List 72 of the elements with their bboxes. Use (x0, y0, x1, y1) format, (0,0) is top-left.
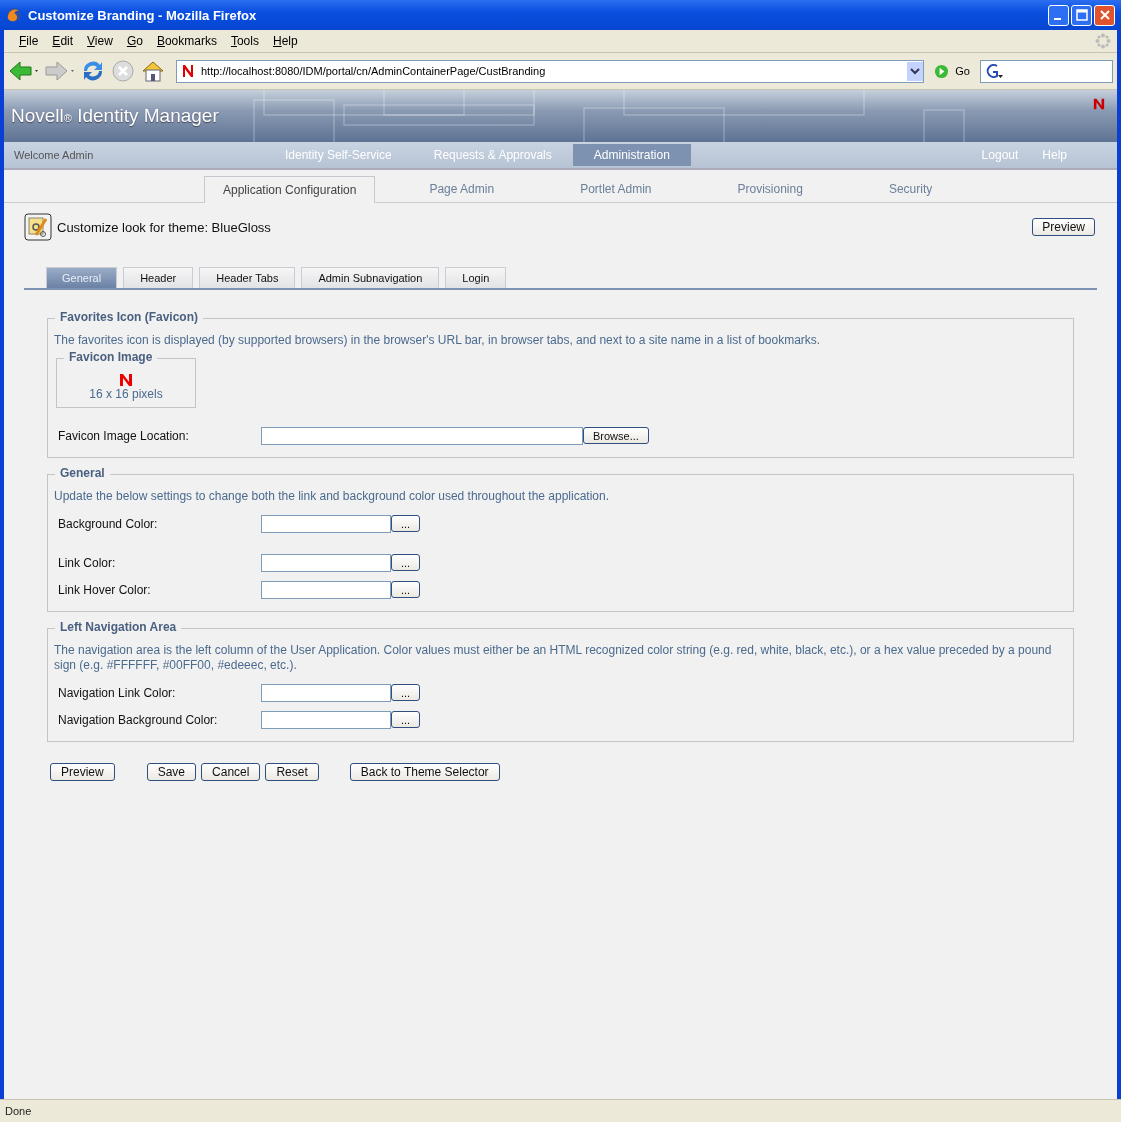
maximize-button[interactable] (1071, 4, 1092, 26)
group-title: Left Navigation Area (55, 620, 182, 634)
close-button[interactable] (1094, 4, 1115, 26)
color-field[interactable] (261, 514, 391, 533)
tab[interactable]: Login (445, 267, 507, 288)
color-field[interactable] (261, 683, 391, 702)
play-icon (934, 63, 950, 79)
group-title: Favorites Icon (Favicon) (55, 310, 204, 324)
panel-title: Favicon Image (64, 350, 158, 364)
sub-nav-tab[interactable]: Portlet Admin (562, 176, 670, 202)
description-text: The navigation area is the left column of the User Application. Color values must either be an HTML recognized color string (e.g. red, white, black, etc.), or a hex value preceded by a pound sign (e.g. #FFFFFF, #00FF00, #edeeec, etc.). (54, 643, 1053, 673)
field-label: Navigation Link Color: (58, 685, 177, 700)
image-size-text: 16 x 16 pixels (89, 387, 163, 401)
action-button[interactable]: Save (146, 763, 197, 781)
minimize-button[interactable] (1048, 4, 1069, 26)
go-button[interactable]: Go (928, 63, 976, 79)
field-label: Background Color: (58, 516, 159, 531)
browse-button[interactable]: Browse... (583, 427, 649, 444)
color-picker-button[interactable]: ... (391, 515, 420, 532)
file-path-field[interactable] (261, 426, 583, 445)
menu-item[interactable]: Tools (223, 34, 266, 48)
menu-item[interactable]: File (12, 34, 46, 48)
favicon-n-icon (119, 373, 133, 387)
search-engine-icon (984, 63, 1004, 79)
page-title: Customize look for theme: BlueGloss (57, 219, 272, 235)
menu-item[interactable]: Bookmarks (149, 34, 224, 48)
description-text: The favorites icon is displayed (by supported browsers) in the browser's URL bar, in browser tabs, and next to a site name in a list of bookmarks. (54, 333, 822, 348)
throbber-icon (1095, 33, 1111, 49)
color-field[interactable] (261, 553, 391, 572)
window-title: Customize Branding - Mozilla Firefox (28, 7, 258, 23)
action-button[interactable]: Cancel (201, 763, 261, 781)
color-picker-button[interactable]: ... (391, 554, 420, 571)
action-button[interactable]: Back to Theme Selector (349, 763, 500, 781)
field-label: Link Hover Color: (58, 582, 152, 597)
sub-nav-tab[interactable]: Application Configuration (204, 176, 376, 203)
preview-button[interactable]: Preview (1032, 218, 1095, 236)
close-icon (1098, 9, 1111, 21)
tab[interactable]: Admin Subnavigation (301, 267, 440, 288)
maximize-icon (1075, 9, 1088, 21)
color-field[interactable] (261, 580, 391, 599)
product-logo: Novell® Identity Manager (10, 105, 219, 127)
tab[interactable]: Header Tabs (199, 267, 296, 288)
status-text: Done (5, 1105, 32, 1117)
search-field[interactable] (980, 59, 1113, 83)
sub-nav-tab[interactable]: Page Admin (411, 176, 513, 202)
group-title: General (55, 466, 110, 480)
field-label: Link Color: (58, 555, 117, 570)
menu-item[interactable]: Help (265, 34, 305, 48)
browser-logo-icon (6, 7, 22, 23)
customize-tools-icon (24, 213, 52, 241)
site-logo-icon (181, 64, 195, 78)
color-picker-button[interactable]: ... (391, 684, 420, 701)
description-text: Update the below settings to change both the link and background color used throughout the application. (54, 489, 611, 504)
welcome-text: Welcome Admin (13, 149, 95, 161)
menu-item[interactable]: Edit (45, 34, 81, 48)
sub-nav-tab[interactable]: Provisioning (719, 176, 821, 202)
forward-button[interactable] (44, 59, 76, 83)
address-field[interactable]: http://localhost:8080/IDM/portal/cn/AdminContainerPage/CustBranding (176, 59, 925, 83)
n-logo-icon (1093, 98, 1105, 110)
color-picker-button[interactable]: ... (391, 711, 420, 728)
action-button[interactable]: Reset (265, 763, 319, 781)
field-label: Navigation Background Color: (58, 712, 219, 727)
color-picker-button[interactable]: ... (391, 581, 420, 598)
back-button[interactable] (8, 59, 40, 83)
menu-item[interactable]: View (80, 34, 120, 48)
menu-item[interactable]: Go (119, 34, 150, 48)
sub-nav-tab[interactable]: Security (870, 176, 951, 202)
field-label: Favicon Image Location: (58, 428, 190, 443)
tab[interactable]: Header (123, 267, 194, 288)
minimize-icon (1053, 18, 1061, 20)
action-button[interactable]: Preview (50, 763, 115, 781)
color-field[interactable] (261, 710, 391, 729)
